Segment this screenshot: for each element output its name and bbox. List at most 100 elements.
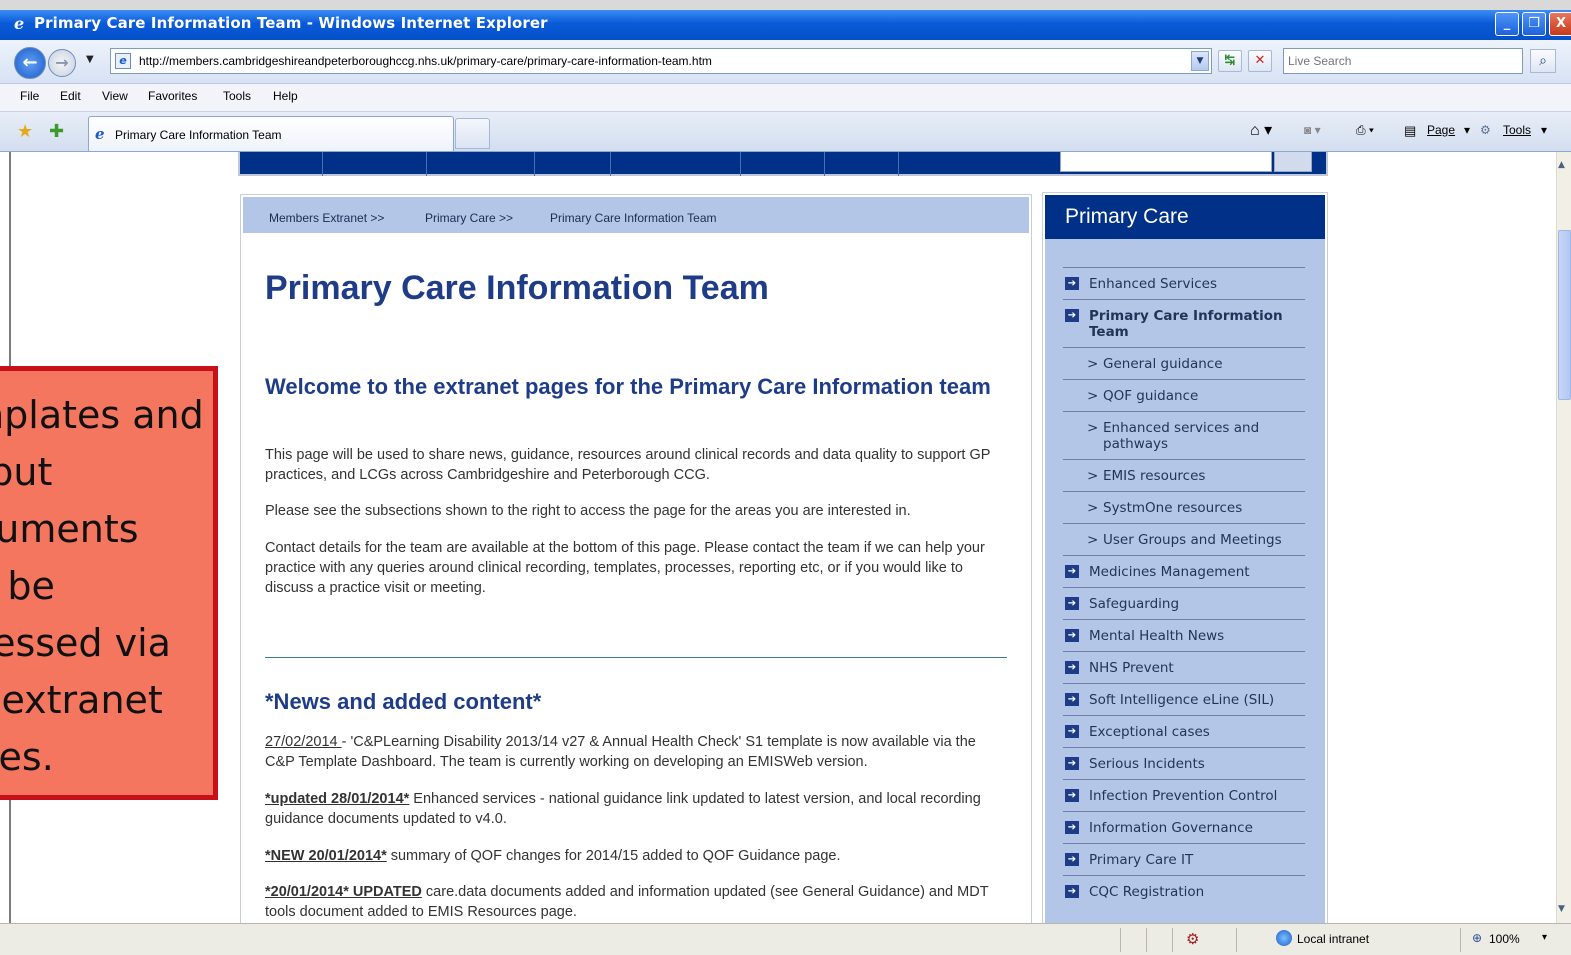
sidebar-item-label: EMIS resources [1103, 468, 1206, 484]
annotation-callout: Templates and output documents can be ac… [0, 366, 218, 800]
arrow-right-icon: ➔ [1065, 757, 1079, 770]
sidebar-item[interactable]: ➔ Serious Incidents [1063, 747, 1305, 779]
news-date-link[interactable]: *NEW 20/01/2014* [265, 848, 387, 864]
breadcrumb-primary-care[interactable]: Primary Care >> [425, 211, 513, 225]
sidebar-item[interactable]: ➔ Enhanced Services [1063, 267, 1305, 299]
zoom-level[interactable]: 100% [1489, 932, 1520, 946]
main-content: Members Extranet >> Primary Care >> Prim… [240, 194, 1032, 923]
search-input[interactable] [1288, 50, 1518, 72]
menu-favorites[interactable]: Favorites [148, 89, 197, 103]
menu-tools[interactable]: Tools [223, 89, 251, 103]
sidebar-item[interactable]: > General guidance [1063, 347, 1305, 379]
site-search-go-button[interactable] [1274, 152, 1312, 172]
scroll-down-icon[interactable]: ▼ [1558, 904, 1565, 914]
sidebar-item[interactable]: ➔ Information Governance [1063, 811, 1305, 843]
security-zone[interactable]: Local intranet [1297, 932, 1369, 946]
sidebar-item-label: Safeguarding [1089, 596, 1180, 612]
refresh-button[interactable]: ↹ [1218, 50, 1242, 72]
close-window-button[interactable]: X [1549, 12, 1571, 36]
arrow-right-icon: ➔ [1065, 597, 1079, 610]
print-icon[interactable]: ⎙ ▾ [1356, 123, 1374, 138]
address-url[interactable]: http://members.cambridgeshireandpeterbor… [139, 54, 712, 68]
sidebar-item[interactable]: > SystmOne resources [1063, 491, 1305, 523]
feeds-icon[interactable]: ◙ ▾ [1304, 123, 1321, 137]
news-date-link[interactable]: 27/02/2014 [265, 734, 342, 750]
scroll-thumb[interactable] [1558, 230, 1571, 400]
welcome-heading: Welcome to the extranet pages for the Pr… [265, 374, 991, 399]
arrow-right-icon: ➔ [1065, 821, 1079, 834]
sidebar-item-label: QOF guidance [1103, 388, 1199, 404]
sidebar-item[interactable]: ➔ Mental Health News [1063, 619, 1305, 651]
page-menu[interactable]: Page [1427, 123, 1455, 137]
forward-button[interactable]: → [48, 49, 76, 77]
zoom-dropdown-icon[interactable]: ▾ [1542, 932, 1547, 943]
add-favorite-icon[interactable]: ✚ [49, 121, 64, 142]
back-button[interactable]: ← [14, 47, 46, 79]
tab-bar: ★ ✚ e Primary Care Information Team ⌂ ▾ … [0, 112, 1571, 152]
scroll-up-icon[interactable]: ▲ [1558, 160, 1565, 170]
breadcrumb-members-extranet[interactable]: Members Extranet >> [269, 211, 384, 225]
news-heading: *News and added content* [265, 689, 542, 714]
sidebar-item[interactable]: > EMIS resources [1063, 459, 1305, 491]
page-menu-arrow-icon[interactable]: ▾ [1464, 123, 1470, 137]
stop-button[interactable]: ✕ [1248, 50, 1272, 72]
arrow-right-icon: ➔ [1065, 885, 1079, 898]
sidebar-item[interactable]: ➔ Primary Care IT [1063, 843, 1305, 875]
sidebar-item[interactable]: ➔ Medicines Management [1063, 555, 1305, 587]
news-item: *20/01/2014* UPDATED care.data documents… [265, 882, 1005, 922]
sidebar: Primary Care ➔ Enhanced Services ➔ Primary … [1042, 192, 1328, 923]
menu-file[interactable]: File [20, 89, 39, 103]
page-menu-icon[interactable]: ▤ [1404, 123, 1416, 139]
maximize-button[interactable]: ❐ [1522, 12, 1546, 36]
arrow-right-icon: ➔ [1065, 277, 1079, 290]
sidebar-item[interactable]: > Enhanced services and pathways [1063, 411, 1305, 459]
nav-separator [322, 152, 323, 176]
minimize-button[interactable]: _ [1495, 12, 1519, 36]
news-date-link[interactable]: *20/01/2014* UPDATED [265, 884, 422, 900]
tools-menu[interactable]: Tools [1503, 123, 1531, 137]
tab-label: Primary Care Information Team [115, 128, 282, 142]
new-tab-button[interactable] [455, 118, 490, 149]
chevron-right-icon: > [1087, 468, 1099, 484]
sidebar-item[interactable]: ➔ Safeguarding [1063, 587, 1305, 619]
sidebar-item[interactable]: ➔ Primary Care Information Team [1063, 299, 1305, 347]
privacy-icon[interactable]: ⚙ [1186, 930, 1199, 948]
tools-menu-arrow-icon[interactable]: ▾ [1541, 123, 1547, 137]
arrow-right-icon: ➔ [1065, 725, 1079, 738]
sidebar-item-label: Mental Health News [1089, 628, 1225, 644]
sidebar-item-label: Serious Incidents [1089, 756, 1205, 772]
news-text: summary of QOF changes for 2014/15 added… [386, 848, 841, 864]
sidebar-item[interactable]: ➔ NHS Prevent [1063, 651, 1305, 683]
sidebar-item[interactable]: ➔ Infection Prevention Control [1063, 779, 1305, 811]
search-icon[interactable]: ⌕ [1530, 49, 1556, 73]
tab-primary-care-information-team[interactable]: e Primary Care Information Team [88, 116, 454, 151]
menu-help[interactable]: Help [273, 89, 298, 103]
vertical-scrollbar[interactable]: ▲ ▼ [1556, 152, 1571, 923]
news-item: 27/02/2014 - 'C&PLearning Disability 201… [265, 732, 1005, 772]
status-separator [1236, 928, 1237, 952]
tools-gear-icon[interactable]: ⚙ [1480, 123, 1491, 137]
site-search-input[interactable] [1060, 152, 1272, 172]
arrow-right-icon: ➔ [1065, 309, 1079, 322]
zoom-icon[interactable]: ⊕ [1472, 931, 1482, 945]
status-bar: ⚙ Local intranet ⊕ 100% ▾ [0, 923, 1571, 955]
nav-separator [740, 152, 741, 176]
menu-edit[interactable]: Edit [60, 89, 81, 103]
favorites-star-icon[interactable]: ★ [17, 121, 33, 142]
sidebar-item[interactable]: ➔ Soft Intelligence eLine (SIL) [1063, 683, 1305, 715]
news-date-link[interactable]: *updated 28/01/2014* [265, 791, 409, 807]
address-bar[interactable]: e http://members.cambridgeshireandpeterb… [110, 48, 1212, 74]
nav-separator [426, 152, 427, 176]
sidebar-item[interactable]: ➔ CQC Registration [1063, 875, 1305, 907]
sidebar-item[interactable]: ➔ Exceptional cases [1063, 715, 1305, 747]
page-icon: e [115, 53, 131, 69]
arrow-right-icon: ➔ [1065, 661, 1079, 674]
search-box[interactable] [1283, 48, 1523, 74]
menu-view[interactable]: View [102, 89, 128, 103]
status-separator [1120, 928, 1121, 952]
sidebar-item[interactable]: > QOF guidance [1063, 379, 1305, 411]
recent-pages-dropdown-icon[interactable]: ▼ [86, 54, 94, 65]
sidebar-item[interactable]: > User Groups and Meetings [1063, 523, 1305, 555]
address-dropdown-icon[interactable]: ▼ [1191, 51, 1209, 71]
home-icon[interactable]: ⌂ ▾ [1250, 120, 1272, 140]
